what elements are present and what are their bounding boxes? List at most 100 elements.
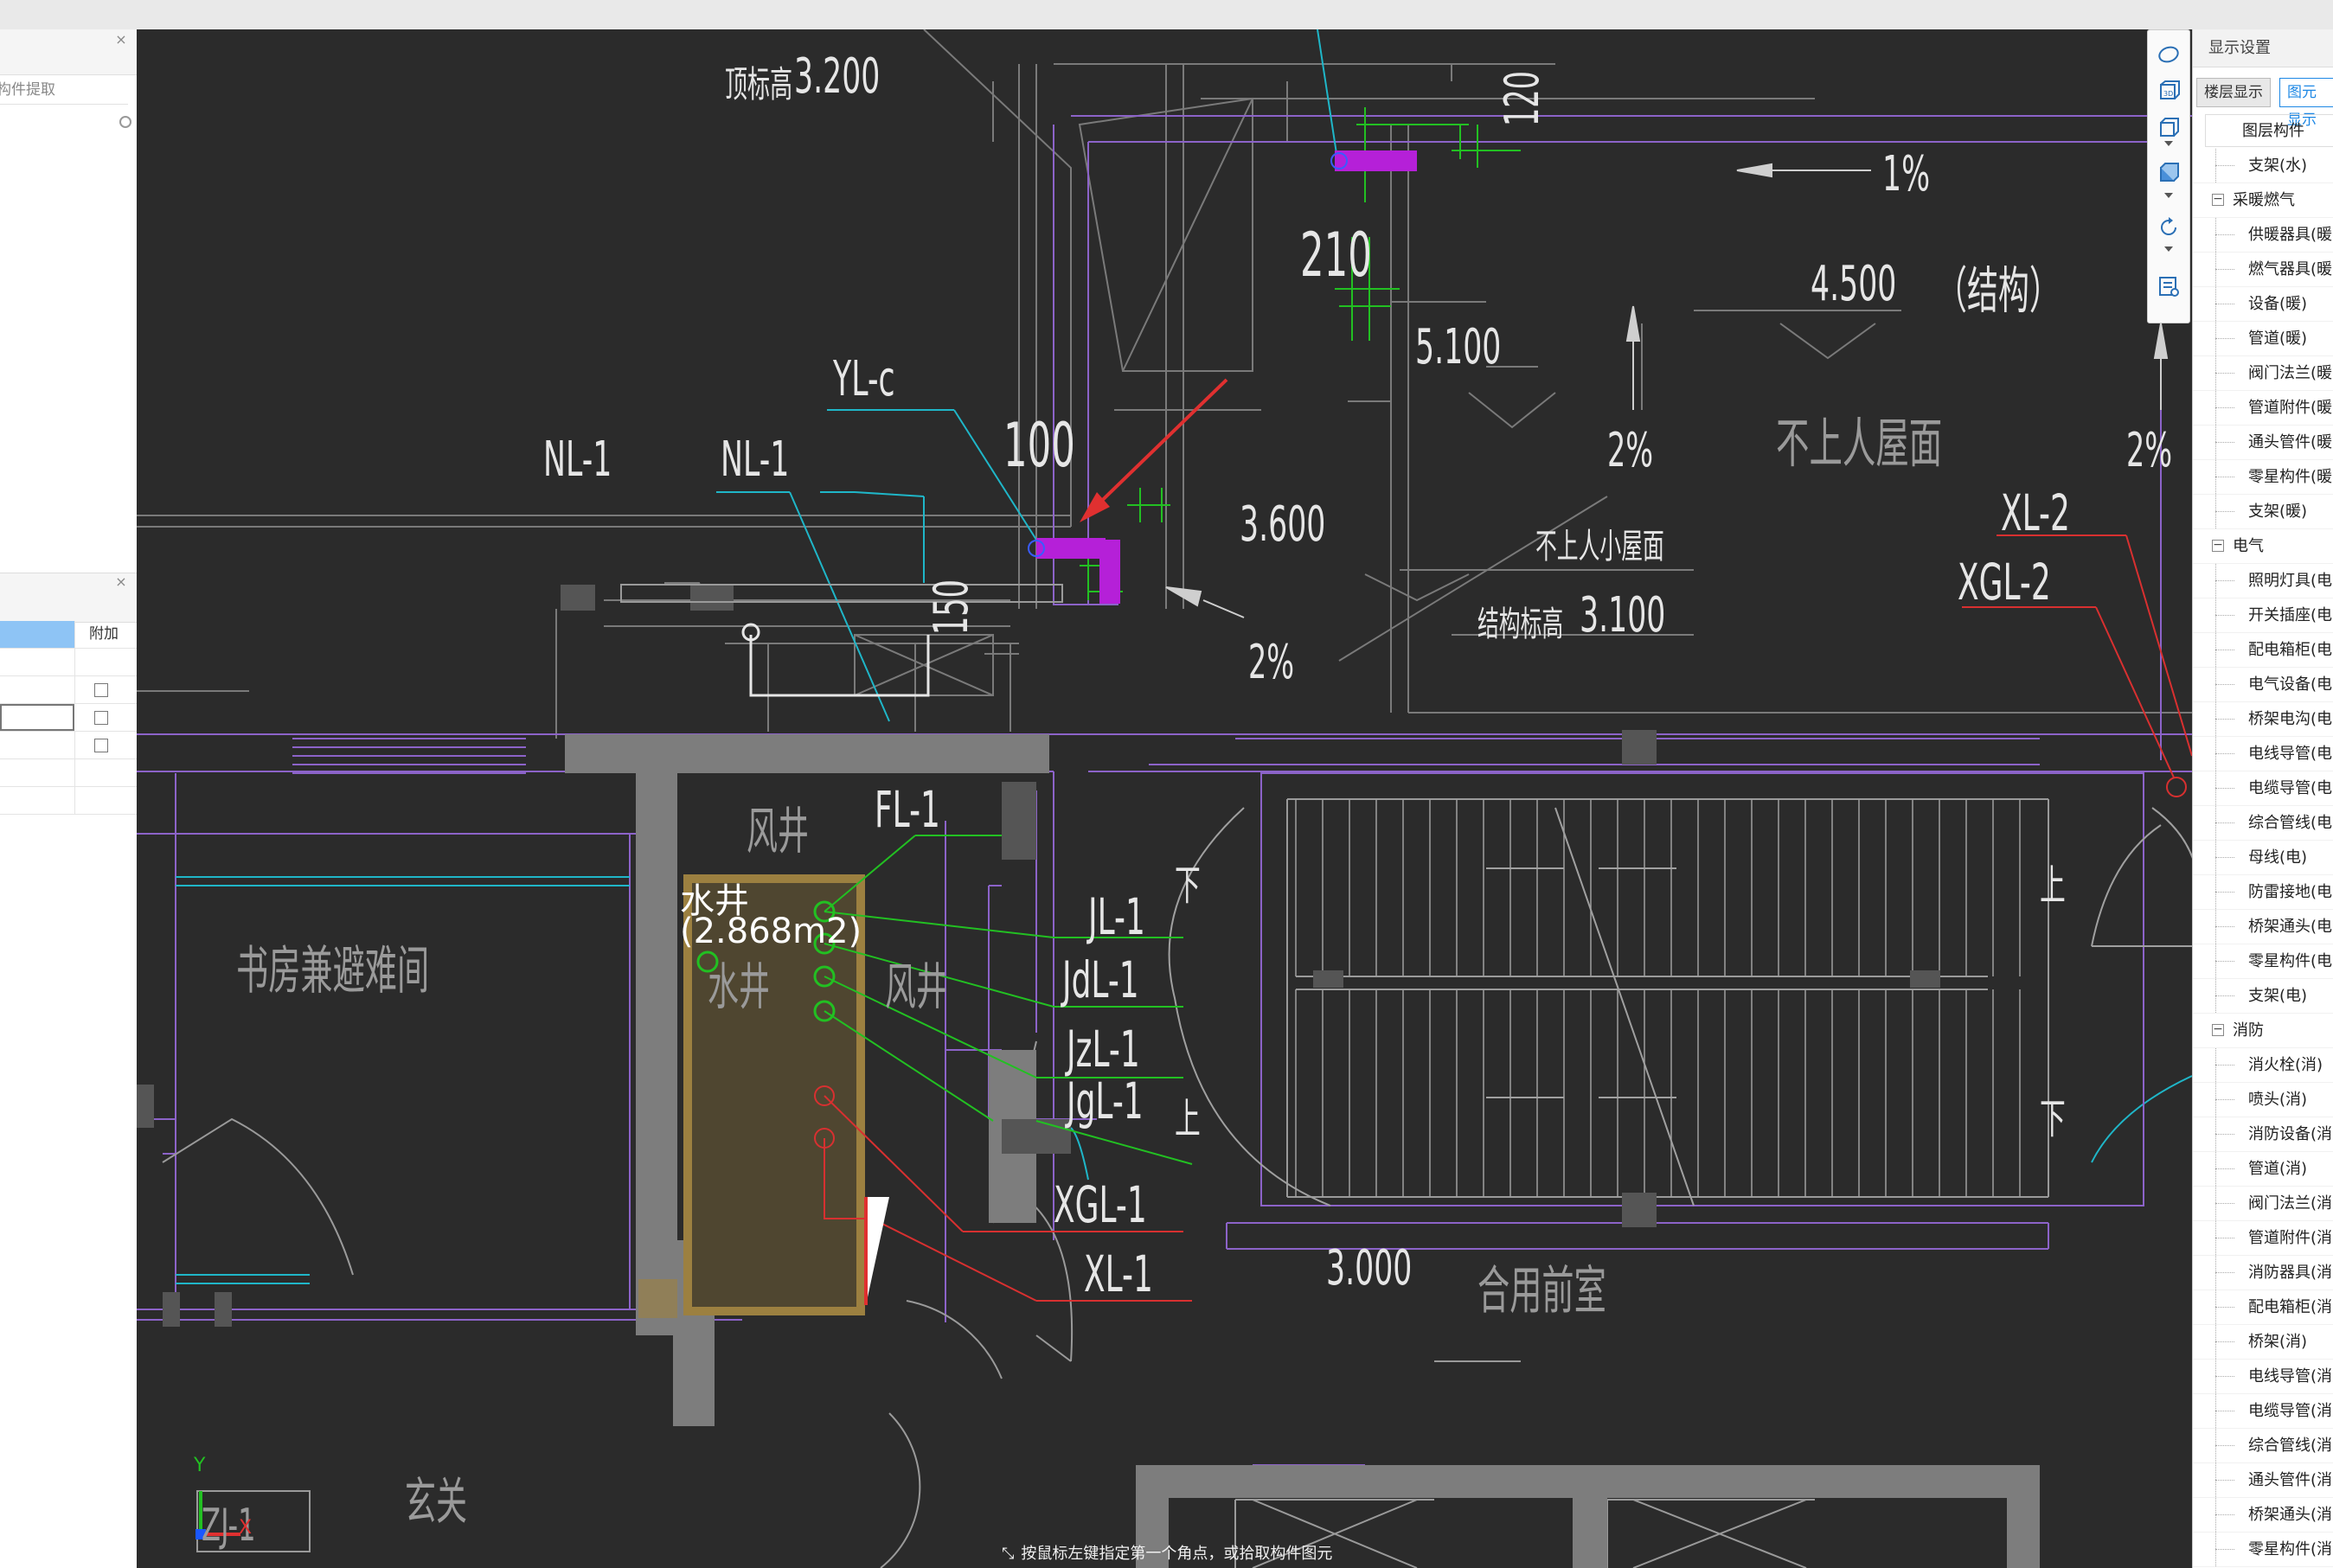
tree-item[interactable]: 喷头(消) bbox=[2193, 1083, 2333, 1117]
tree-item[interactable]: 支架(暖) bbox=[2193, 495, 2333, 529]
tree-item[interactable]: 管道(消) bbox=[2193, 1152, 2333, 1187]
tree-item[interactable]: 燃气器具(暖 bbox=[2193, 253, 2333, 287]
close-icon[interactable]: × bbox=[112, 573, 130, 590]
stair-direction: 上 bbox=[1175, 1095, 1201, 1143]
chevron-down-icon[interactable] bbox=[2164, 141, 2173, 146]
dim-150: 150 bbox=[924, 579, 978, 635]
tree-item[interactable]: 消火栓(消) bbox=[2193, 1048, 2333, 1083]
extra-checkbox[interactable] bbox=[94, 683, 108, 697]
tree-group[interactable]: − 消防 bbox=[2193, 1014, 2333, 1048]
tree-item-label: 管道附件(消 bbox=[2248, 1229, 2333, 1247]
tab-element-display[interactable]: 图元显示 bbox=[2279, 78, 2333, 129]
collapse-icon[interactable]: − bbox=[2212, 1023, 2224, 1036]
tree-item-label: 支架(水) bbox=[2248, 157, 2308, 175]
tree-item[interactable]: 通头管件(消 bbox=[2193, 1463, 2333, 1498]
pipe-tag: JdL-1 bbox=[1062, 950, 1139, 1009]
tree-item-label: 母线(电) bbox=[2248, 848, 2308, 867]
drawing-canvas[interactable]: 顶标高 3.200 1% 120 210 4.500 （结构） 5.100 YL… bbox=[137, 29, 2192, 1568]
tree-item[interactable]: 配电箱柜(电 bbox=[2193, 633, 2333, 668]
top-elev-value: 3.200 bbox=[794, 48, 881, 105]
tree-item-label: 支架(暖) bbox=[2248, 502, 2308, 521]
tree-item[interactable]: 零星构件(电 bbox=[2193, 944, 2333, 979]
table-row[interactable] bbox=[0, 649, 137, 676]
tree-item[interactable]: 消防设备(消 bbox=[2193, 1117, 2333, 1152]
water-shaft-ghost-label: 水井 bbox=[708, 957, 770, 1016]
tree-item[interactable]: 阀门法兰(消 bbox=[2193, 1187, 2333, 1221]
tree-item[interactable]: 电线导管(电 bbox=[2193, 737, 2333, 771]
3d-icon[interactable]: 3D bbox=[2157, 79, 2181, 103]
tree-item-label: 桥架(消) bbox=[2248, 1333, 2308, 1351]
extra-checkbox[interactable] bbox=[94, 739, 108, 752]
tree-item[interactable]: 支架(电) bbox=[2193, 979, 2333, 1014]
elevation-label: 4.500 bbox=[1811, 256, 1897, 312]
slope-label: 2% bbox=[1607, 423, 1654, 477]
tree-item[interactable]: 支架(水) bbox=[2193, 149, 2333, 183]
pipe-tag: NL-1 bbox=[543, 432, 612, 488]
chevron-down-icon[interactable] bbox=[2164, 246, 2173, 252]
tree-item[interactable]: 电线导管(消 bbox=[2193, 1360, 2333, 1394]
tree-group[interactable]: − 电气 bbox=[2193, 529, 2333, 564]
tree-item[interactable]: 设备(暖) bbox=[2193, 287, 2333, 322]
tree-item[interactable]: 桥架电沟(电 bbox=[2193, 702, 2333, 737]
free-view-icon[interactable] bbox=[2157, 42, 2181, 67]
table-row[interactable] bbox=[0, 787, 137, 815]
chevron-down-icon[interactable] bbox=[2164, 193, 2173, 198]
structure-note: （结构） bbox=[1936, 261, 2061, 320]
tree-item[interactable]: 管道附件(暖 bbox=[2193, 391, 2333, 426]
tree-item-label: 通头管件(暖 bbox=[2248, 433, 2333, 451]
collapse-icon[interactable]: − bbox=[2212, 539, 2224, 552]
tree-item[interactable]: 防雷接地(电 bbox=[2193, 875, 2333, 910]
tree-item[interactable]: 桥架通头(消 bbox=[2193, 1498, 2333, 1533]
tree-item-label: 管道(消) bbox=[2248, 1160, 2308, 1178]
table-row[interactable] bbox=[0, 759, 137, 787]
list-settings-icon[interactable] bbox=[2157, 274, 2181, 298]
room-label: 合用前室 bbox=[1477, 1261, 1606, 1322]
tree-group[interactable]: − 采暖燃气 bbox=[2193, 183, 2333, 218]
left-panel-header: × bbox=[0, 29, 137, 75]
tree-item[interactable]: 桥架通头(电 bbox=[2193, 910, 2333, 944]
tree-item[interactable]: 电缆导管(电 bbox=[2193, 771, 2333, 806]
component-search-field[interactable]: 构件提取 bbox=[0, 76, 128, 105]
tree-item[interactable]: 桥架(消) bbox=[2193, 1325, 2333, 1360]
tree-item[interactable]: 电气设备(电 bbox=[2193, 668, 2333, 702]
tab-bar: 楼层显示 图元显示 bbox=[2193, 78, 2333, 129]
tree-item[interactable]: 阀门法兰(暖 bbox=[2193, 356, 2333, 391]
tree-item[interactable]: 消防器具(消 bbox=[2193, 1256, 2333, 1290]
slope-label: 2% bbox=[2126, 423, 2173, 477]
close-icon[interactable]: × bbox=[112, 31, 130, 48]
tree-item-label: 零星构件(电 bbox=[2248, 952, 2333, 970]
tree-item[interactable]: 管道附件(消 bbox=[2193, 1221, 2333, 1256]
tree-item[interactable]: 配电箱柜(消 bbox=[2193, 1290, 2333, 1325]
roof-label: 不上人屋面 bbox=[1776, 412, 1943, 475]
table-row[interactable] bbox=[0, 732, 137, 759]
tree-item[interactable]: 照明灯具(电 bbox=[2193, 564, 2333, 598]
tree-item[interactable]: 综合管线(消 bbox=[2193, 1429, 2333, 1463]
extra-checkbox[interactable] bbox=[94, 711, 108, 725]
tree-item[interactable]: 开关插座(电 bbox=[2193, 598, 2333, 633]
tab-floor-display[interactable]: 楼层显示 bbox=[2196, 78, 2271, 107]
tree-item[interactable]: 母线(电) bbox=[2193, 841, 2333, 875]
table-row[interactable] bbox=[0, 704, 137, 732]
tree-item[interactable]: 通头管件(暖 bbox=[2193, 426, 2333, 460]
tree-item-label: 管道附件(暖 bbox=[2248, 399, 2333, 417]
tree-item-label: 电缆导管(消 bbox=[2248, 1402, 2333, 1420]
tree-item-label: 消防设备(消 bbox=[2248, 1125, 2333, 1143]
box-view-icon[interactable] bbox=[2157, 115, 2181, 139]
tree-item[interactable]: 管道(暖) bbox=[2193, 322, 2333, 356]
table-row[interactable] bbox=[0, 676, 137, 704]
pipe-tag: FL-1 bbox=[875, 780, 940, 839]
collapse-icon[interactable]: − bbox=[2212, 193, 2224, 206]
tree-item[interactable]: 零星构件(暖 bbox=[2193, 460, 2333, 495]
tree-item[interactable]: 零星构件(消 bbox=[2193, 1533, 2333, 1567]
view-toolbar: 3D bbox=[2147, 29, 2190, 323]
value-input[interactable] bbox=[0, 704, 74, 731]
solid-box-icon[interactable] bbox=[2157, 160, 2181, 184]
tree-item[interactable]: 综合管线(电 bbox=[2193, 806, 2333, 841]
tree-item-label: 防雷接地(电 bbox=[2248, 883, 2333, 901]
column-header-extra: 附加 bbox=[89, 625, 119, 643]
tree-item[interactable]: 供暖器具(暖 bbox=[2193, 218, 2333, 253]
search-icon[interactable] bbox=[119, 116, 131, 128]
tree-item[interactable]: 电缆导管(消 bbox=[2193, 1394, 2333, 1429]
rotate-icon[interactable] bbox=[2157, 215, 2181, 240]
pipe-tag: XGL-1 bbox=[1054, 1175, 1147, 1234]
